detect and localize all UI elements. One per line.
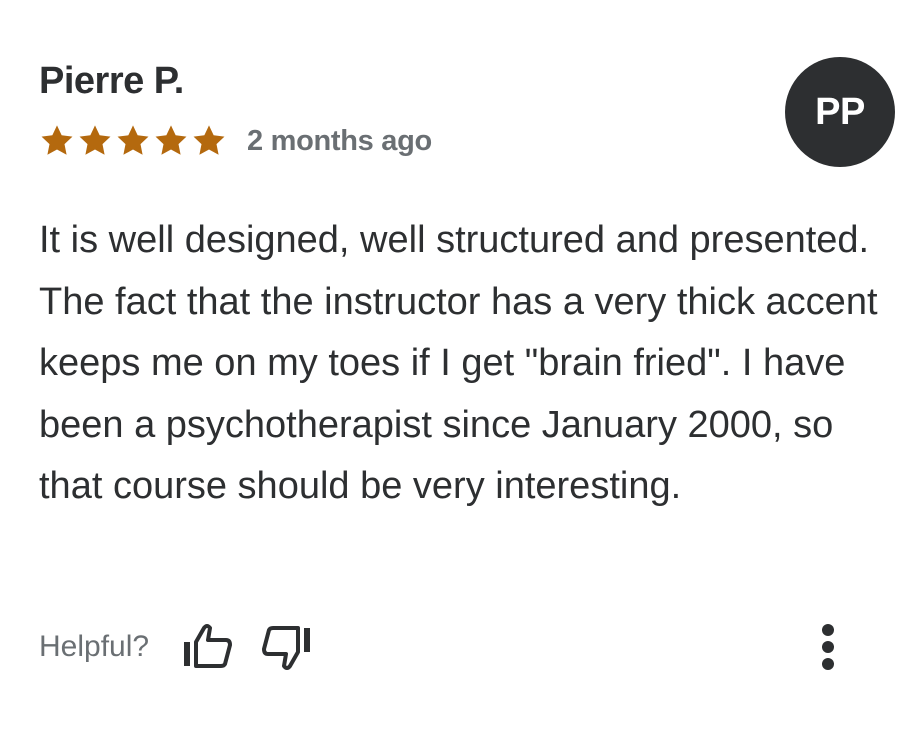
- avatar: PP: [785, 57, 895, 167]
- helpful-label: Helpful?: [39, 630, 150, 663]
- star-icon: [193, 125, 225, 155]
- helpful-row: Helpful?: [39, 617, 317, 677]
- star-icon: [41, 125, 73, 155]
- avatar-initials: PP: [815, 90, 865, 133]
- thumbs-up-icon: [184, 624, 233, 668]
- more-options-button[interactable]: [808, 617, 848, 677]
- thumbs-down-button[interactable]: [257, 617, 317, 677]
- star-icon: [79, 125, 111, 155]
- reviewer-name: Pierre P.: [39, 60, 184, 102]
- rating-row: 2 months ago: [39, 118, 432, 164]
- thumbs-up-button[interactable]: [177, 617, 237, 677]
- star-icon: [155, 125, 187, 155]
- more-vertical-icon: [822, 624, 834, 670]
- review-date: 2 months ago: [247, 124, 432, 157]
- star-rating: [39, 123, 227, 159]
- thumbs-down-icon: [262, 626, 311, 670]
- star-icon: [117, 125, 149, 155]
- review-text: It is well designed, well structured and…: [39, 219, 878, 508]
- review-card: Pierre P. 2 months ago PP It is well des…: [0, 0, 921, 732]
